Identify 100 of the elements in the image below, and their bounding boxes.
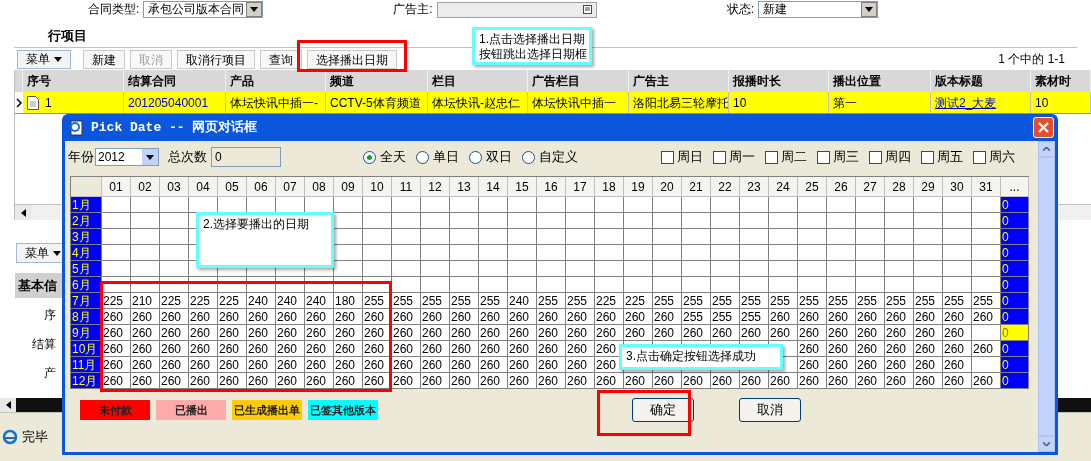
day-cell[interactable]: 260 xyxy=(653,309,682,325)
day-cell[interactable]: 260 xyxy=(247,309,276,325)
day-cell[interactable]: 260 xyxy=(798,357,827,373)
day-cell[interactable]: 260 xyxy=(566,357,595,373)
day-cell[interactable]: 260 xyxy=(595,373,624,389)
day-cell[interactable]: 260 xyxy=(682,373,711,389)
day-cell[interactable]: 260 xyxy=(827,341,856,357)
day-cell[interactable]: 180 xyxy=(334,293,363,309)
checkbox-option[interactable]: 周二 xyxy=(765,147,807,167)
checkbox-option[interactable]: 周一 xyxy=(713,147,755,167)
day-cell[interactable]: 255 xyxy=(479,293,508,309)
day-cell[interactable]: 260 xyxy=(160,341,189,357)
day-cell[interactable]: 255 xyxy=(740,293,769,309)
day-cell[interactable]: 260 xyxy=(624,373,653,389)
table-row[interactable]: 1 201205040001 体坛快讯中插一- CCTV-5体育频道 体坛快讯-赵忠仁 体坛快讯中插一 洛阳北易三轮摩托 10 第一 测试2_大麦 10 xyxy=(15,92,1091,114)
day-cell[interactable]: 255 xyxy=(566,293,595,309)
day-cell[interactable]: 260 xyxy=(218,341,247,357)
day-cell[interactable]: 260 xyxy=(363,373,392,389)
day-cell[interactable]: 260 xyxy=(450,373,479,389)
day-cell[interactable]: 260 xyxy=(450,357,479,373)
day-cell[interactable]: 260 xyxy=(508,373,537,389)
day-cell[interactable]: 260 xyxy=(276,357,305,373)
day-cell[interactable]: 255 xyxy=(363,293,392,309)
day-cell[interactable]: 260 xyxy=(508,325,537,341)
day-cell[interactable]: 260 xyxy=(479,341,508,357)
day-cell[interactable]: 260 xyxy=(943,373,972,389)
day-cell[interactable]: 260 xyxy=(914,373,943,389)
day-cell[interactable]: 260 xyxy=(305,373,334,389)
day-cell[interactable]: 255 xyxy=(653,293,682,309)
day-cell[interactable]: 260 xyxy=(595,325,624,341)
day-cell[interactable]: 260 xyxy=(218,357,247,373)
day-cell[interactable]: 225 xyxy=(160,293,189,309)
day-cell[interactable]: 260 xyxy=(537,341,566,357)
day-cell[interactable]: 255 xyxy=(711,293,740,309)
day-cell[interactable]: 260 xyxy=(305,325,334,341)
day-cell[interactable]: 260 xyxy=(508,309,537,325)
day-cell[interactable]: 260 xyxy=(943,357,972,373)
day-cell[interactable]: 260 xyxy=(566,373,595,389)
day-cell[interactable]: 260 xyxy=(479,373,508,389)
day-cell[interactable]: 260 xyxy=(392,341,421,357)
day-cell[interactable]: 260 xyxy=(218,325,247,341)
day-cell[interactable]: 260 xyxy=(392,357,421,373)
day-cell[interactable]: 260 xyxy=(189,309,218,325)
day-cell[interactable]: 260 xyxy=(218,373,247,389)
day-cell[interactable]: 260 xyxy=(421,309,450,325)
day-cell[interactable]: 260 xyxy=(160,309,189,325)
day-cell[interactable]: 260 xyxy=(885,341,914,357)
day-cell[interactable]: 260 xyxy=(827,325,856,341)
day-cell[interactable]: 260 xyxy=(624,309,653,325)
day-cell[interactable]: 260 xyxy=(566,325,595,341)
day-cell[interactable]: 260 xyxy=(856,325,885,341)
table-cell[interactable]: 测试2_大麦 xyxy=(935,93,997,112)
day-cell[interactable]: 260 xyxy=(276,341,305,357)
day-cell[interactable]: 260 xyxy=(218,309,247,325)
checkbox-option[interactable]: 周五 xyxy=(921,147,963,167)
day-cell[interactable]: 260 xyxy=(827,373,856,389)
day-cell[interactable]: 240 xyxy=(305,293,334,309)
day-cell[interactable]: 260 xyxy=(160,373,189,389)
day-cell[interactable]: 260 xyxy=(508,357,537,373)
toolbar-button[interactable]: 取消行项目 xyxy=(177,49,255,69)
day-cell[interactable]: 260 xyxy=(856,341,885,357)
day-cell[interactable]: 260 xyxy=(421,325,450,341)
day-cell[interactable]: 255 xyxy=(798,293,827,309)
day-cell[interactable]: 260 xyxy=(798,325,827,341)
day-cell[interactable]: 260 xyxy=(827,357,856,373)
day-cell[interactable]: 260 xyxy=(247,357,276,373)
day-cell[interactable]: 260 xyxy=(363,325,392,341)
day-cell[interactable]: 260 xyxy=(305,357,334,373)
table-cell[interactable]: 201205040001 xyxy=(128,93,209,112)
day-cell[interactable]: 260 xyxy=(131,357,160,373)
day-cell[interactable]: 260 xyxy=(247,325,276,341)
day-cell[interactable]: 260 xyxy=(943,325,972,341)
radio-option[interactable]: 全天 xyxy=(363,147,406,167)
toolbar-button[interactable]: 选择播出日期 xyxy=(307,49,397,69)
checkbox-option[interactable]: 周三 xyxy=(817,147,859,167)
toolbar-button[interactable]: 查询 xyxy=(260,49,302,69)
day-cell[interactable]: 260 xyxy=(914,341,943,357)
day-cell[interactable]: 260 xyxy=(914,357,943,373)
day-cell[interactable]: 255 xyxy=(682,309,711,325)
day-cell[interactable]: 260 xyxy=(102,325,131,341)
day-cell[interactable]: 260 xyxy=(740,325,769,341)
day-cell[interactable]: 260 xyxy=(131,341,160,357)
day-cell[interactable]: 260 xyxy=(392,373,421,389)
day-cell[interactable]: 260 xyxy=(711,373,740,389)
day-cell[interactable]: 260 xyxy=(247,373,276,389)
day-cell[interactable]: 260 xyxy=(769,373,798,389)
menu-button[interactable]: 菜单 xyxy=(17,49,71,69)
day-cell[interactable]: 260 xyxy=(914,309,943,325)
day-cell[interactable]: 260 xyxy=(537,357,566,373)
toolbar-button[interactable]: 新建 xyxy=(83,49,125,69)
day-cell[interactable]: 260 xyxy=(421,357,450,373)
day-cell[interactable]: 260 xyxy=(334,341,363,357)
day-cell[interactable]: 260 xyxy=(827,309,856,325)
select-field[interactable]: 承包公司版本合同 xyxy=(143,0,264,18)
day-cell[interactable]: 260 xyxy=(566,309,595,325)
day-cell[interactable]: 260 xyxy=(421,373,450,389)
day-cell[interactable]: 260 xyxy=(798,309,827,325)
day-cell[interactable]: 260 xyxy=(450,325,479,341)
checkbox-option[interactable]: 周六 xyxy=(973,147,1015,167)
day-cell[interactable]: 260 xyxy=(798,341,827,357)
